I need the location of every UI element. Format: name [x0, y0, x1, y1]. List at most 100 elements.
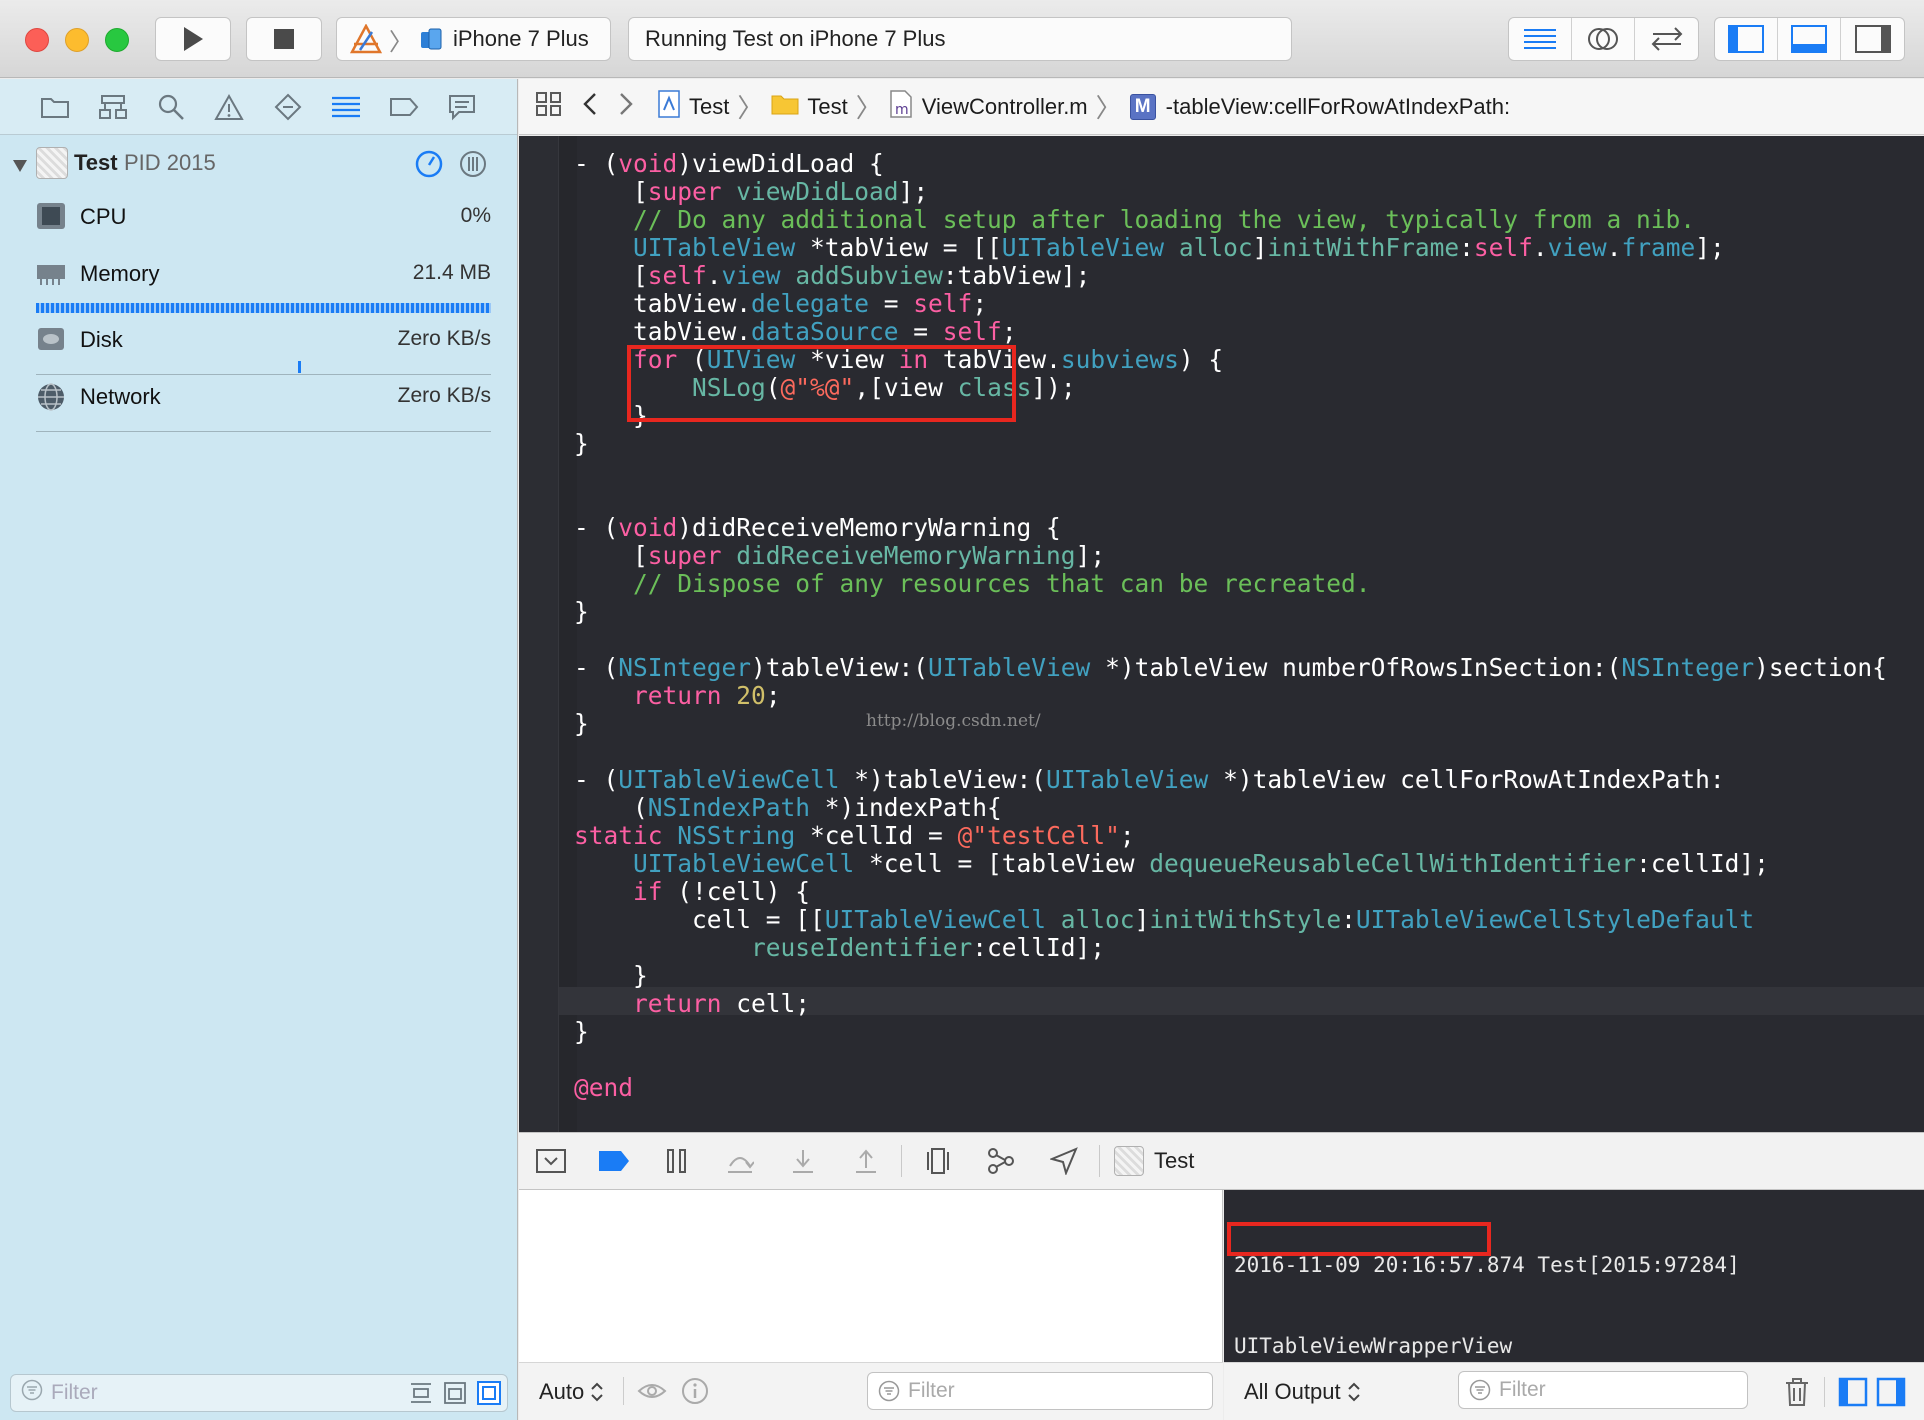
step-over-icon	[727, 1157, 754, 1173]
filter-option-icon[interactable]	[477, 1381, 501, 1405]
variables-filter-field[interactable]: Filter	[867, 1372, 1213, 1410]
related-items-icon[interactable]	[535, 91, 563, 123]
source-editor[interactable]: - (void)viewDidLoad { [super viewDidLoad…	[519, 136, 1924, 1132]
debug-memory-graph-button[interactable]	[969, 1141, 1032, 1181]
console-output-line: UITableViewWrapperView	[1234, 1334, 1513, 1358]
quick-look-eye-icon[interactable]	[637, 1379, 667, 1403]
debug-process-selector[interactable]: Test	[1114, 1146, 1194, 1176]
variables-view[interactable]: Auto Filter	[519, 1190, 1223, 1420]
breakpoint-icon	[598, 1151, 629, 1171]
assistant-editor-button[interactable]	[1572, 18, 1635, 60]
breakpoint-navigator-tab[interactable]	[384, 87, 424, 127]
chevron-right-icon: 〉	[389, 28, 413, 56]
step-out-button[interactable]	[834, 1141, 897, 1181]
zoom-window-button[interactable]	[105, 28, 129, 52]
up-down-chevron-icon	[591, 1382, 603, 1402]
toggle-navigator-button[interactable]	[1715, 18, 1778, 60]
show-console-icon[interactable]	[1876, 1377, 1906, 1407]
back-arrow-icon[interactable]	[583, 92, 597, 122]
run-button[interactable]	[155, 17, 231, 61]
stop-button[interactable]	[246, 17, 322, 61]
filter-icon	[21, 1379, 43, 1407]
info-icon[interactable]	[681, 1377, 709, 1405]
network-gauge[interactable]: Network Zero KB/s	[36, 376, 491, 432]
forward-arrow-icon[interactable]	[619, 92, 633, 122]
editor-mode-segmented-control[interactable]	[1508, 17, 1699, 61]
gauge-label: Disk	[80, 327, 123, 352]
debug-gauges-icon	[331, 96, 360, 117]
folder-icon	[41, 97, 70, 118]
find-navigator-tab[interactable]	[151, 87, 191, 127]
console-filter-field[interactable]: Filter	[1458, 1371, 1748, 1409]
filter-option-icon[interactable]	[443, 1381, 467, 1405]
breadcrumb-project[interactable]: Test	[657, 89, 729, 124]
show-variables-view-icon[interactable]	[1838, 1377, 1868, 1407]
memory-gauge[interactable]: Memory 21.4 MB	[36, 253, 491, 313]
symbol-navigator-tab[interactable]	[93, 87, 133, 127]
app-process-icon	[36, 147, 68, 179]
standard-editor-button[interactable]	[1509, 18, 1572, 60]
up-down-chevron-icon	[1347, 1382, 1360, 1402]
debug-process-name: Test	[1154, 1148, 1195, 1173]
console-output[interactable]: 2016-11-09 20:16:57.874 Test[2015:97284]…	[1224, 1190, 1924, 1420]
gauge-label: Memory	[80, 261, 160, 286]
activity-status: Running Test on iPhone 7 Plus	[628, 17, 1292, 61]
breadcrumb-file[interactable]: m ViewController.m	[890, 89, 1088, 124]
source-code[interactable]: - (void)viewDidLoad { [super viewDidLoad…	[574, 150, 1887, 1102]
navigator-filter-field[interactable]: Filter	[10, 1374, 508, 1412]
line-gutter[interactable]	[519, 136, 559, 1132]
toggle-utilities-button[interactable]	[1841, 18, 1904, 60]
venn-icon	[1588, 28, 1618, 50]
window-toolbar: 〉 iPhone 7 Plus Running Test on iPhone 7…	[0, 0, 1924, 78]
breakpoints-toggle-button[interactable]	[582, 1141, 645, 1181]
output-mode-selector[interactable]: All Output	[1244, 1379, 1361, 1405]
pause-button[interactable]	[645, 1141, 708, 1181]
step-over-button[interactable]	[708, 1141, 771, 1181]
toggle-debug-area-button[interactable]	[1778, 18, 1841, 60]
report-navigator-tab[interactable]	[442, 87, 482, 127]
disclosure-triangle-icon[interactable]	[12, 153, 28, 179]
filter-placeholder: Filter	[51, 1381, 98, 1404]
right-panel-icon	[1854, 25, 1891, 53]
yellow-folder-icon	[771, 93, 799, 121]
gauge-value: Zero KB/s	[397, 327, 491, 350]
project-navigator-tab[interactable]	[35, 87, 75, 127]
objc-file-icon: m	[890, 89, 912, 124]
close-window-button[interactable]	[25, 28, 49, 52]
warning-icon	[214, 93, 245, 120]
threads-view-icon[interactable]	[458, 149, 488, 185]
divider	[901, 1145, 902, 1177]
project-file-icon	[657, 89, 681, 124]
debug-view-hierarchy-button[interactable]	[906, 1141, 969, 1181]
breakpoint-icon	[389, 97, 419, 116]
trash-icon[interactable]	[1784, 1377, 1810, 1407]
gauge-view-icon[interactable]	[414, 149, 444, 185]
version-editor-button[interactable]	[1635, 18, 1698, 60]
navigator-tab-bar	[0, 79, 517, 135]
step-into-button[interactable]	[771, 1141, 834, 1181]
cpu-gauge[interactable]: CPU 0%	[36, 196, 491, 252]
gauge-label: CPU	[80, 204, 127, 229]
scope-selector[interactable]: Auto	[539, 1379, 604, 1405]
disk-gauge[interactable]: Disk Zero KB/s	[36, 319, 491, 375]
test-navigator-tab[interactable]	[268, 87, 308, 127]
process-row[interactable]: Test PID 2015	[0, 147, 518, 187]
pause-icon	[666, 1149, 686, 1173]
chevron-right-icon: 〉	[1095, 93, 1122, 123]
filter-option-icon[interactable]	[409, 1381, 433, 1405]
scheme-selector[interactable]: 〉 iPhone 7 Plus	[336, 17, 611, 61]
issue-navigator-tab[interactable]	[209, 87, 249, 127]
chevron-right-icon: 〉	[737, 93, 764, 123]
hide-debug-area-button[interactable]	[519, 1141, 582, 1181]
debug-bar: Test	[519, 1132, 1924, 1190]
breadcrumb-method[interactable]: M -tableView:cellForRowAtIndexPath:	[1129, 93, 1510, 120]
debug-navigator-tab[interactable]	[326, 87, 366, 127]
app-process-icon	[1114, 1146, 1144, 1176]
panel-visibility-segmented-control[interactable]	[1714, 17, 1905, 61]
step-out-icon	[855, 1149, 876, 1173]
collapse-panel-icon	[535, 1149, 566, 1173]
location-arrow-icon	[1049, 1147, 1078, 1175]
simulate-location-button[interactable]	[1032, 1141, 1095, 1181]
minimize-window-button[interactable]	[65, 28, 89, 52]
breadcrumb-group[interactable]: Test	[771, 93, 848, 121]
